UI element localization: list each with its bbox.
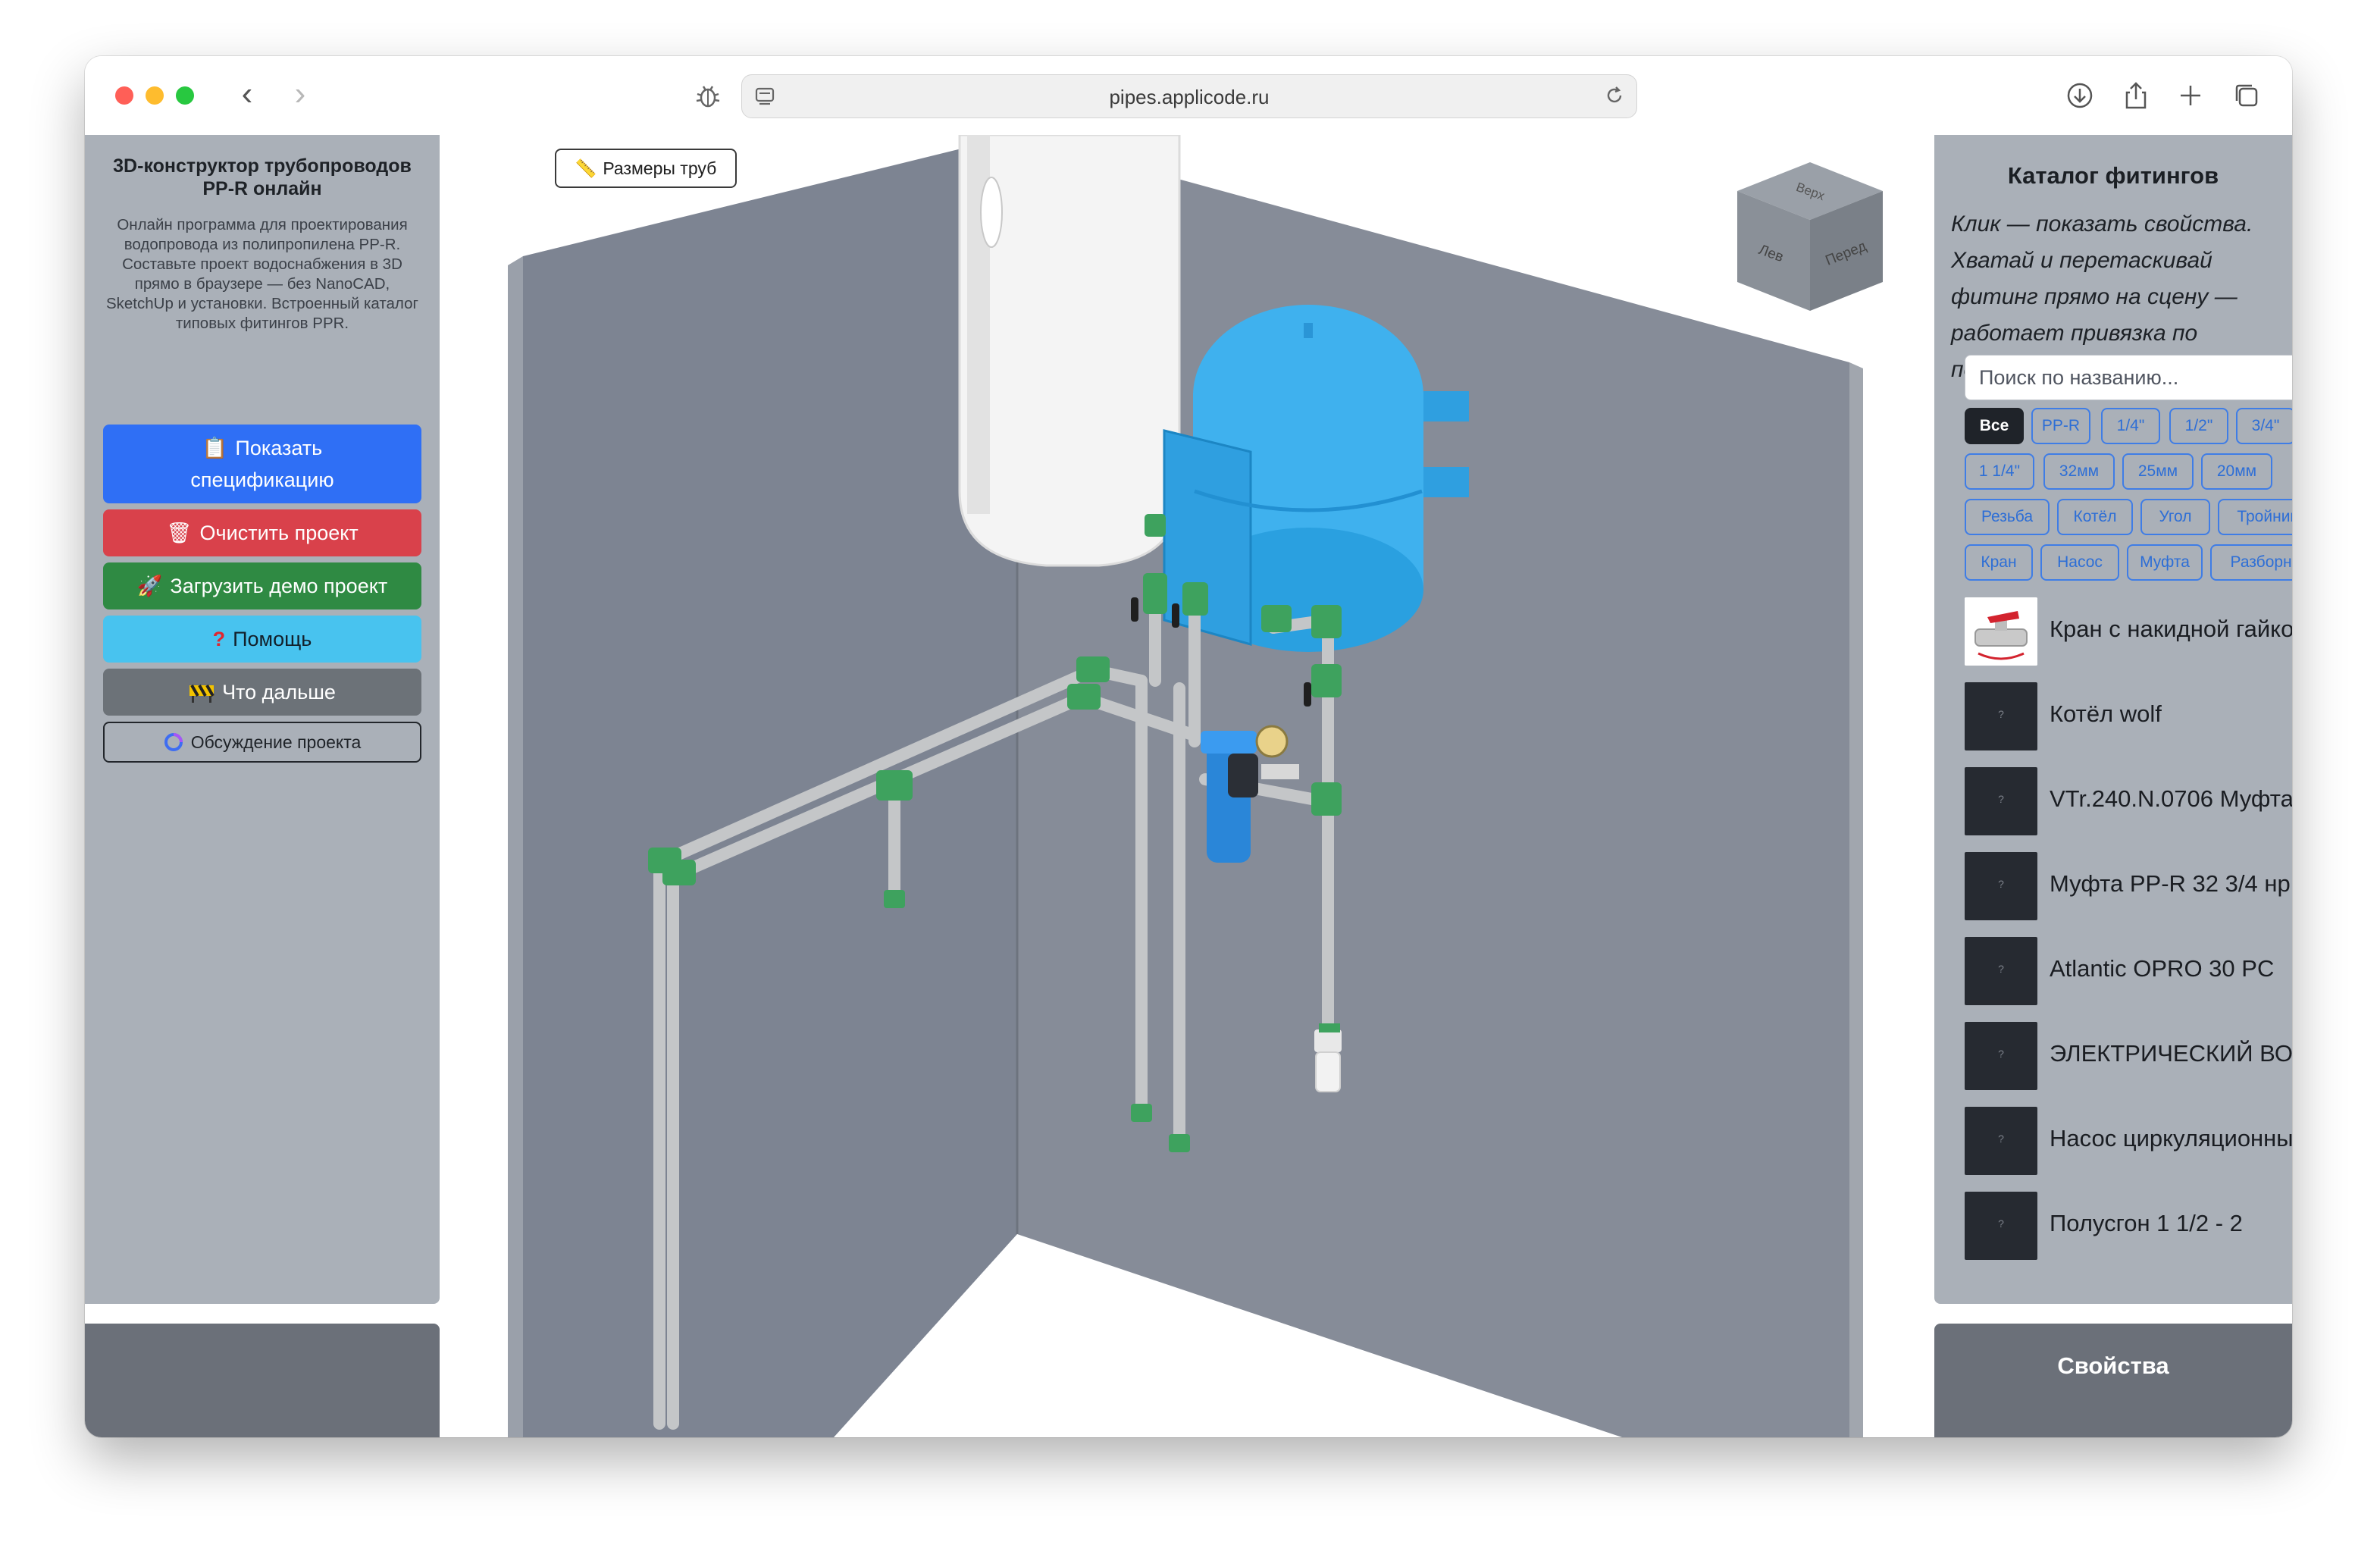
placeholder-thumbnail: ? (1965, 1107, 2037, 1175)
catalog-item[interactable]: ? Насос циркуляционный (1965, 1102, 2292, 1178)
filter-chip-coupling[interactable]: Муфта (2127, 544, 2203, 581)
filter-chip-1-2[interactable]: 1/2" (2169, 408, 2228, 444)
load-demo-label: Загрузить демо проект (170, 575, 388, 597)
catalog-item-name: Котёл wolf (2050, 700, 2162, 727)
left-bottom-panel (85, 1324, 440, 1437)
url-text: pipes.applicode.ru (1109, 86, 1270, 108)
properties-panel: Свойства (1934, 1324, 2292, 1437)
app-description: Онлайн программа для проектирования водо… (105, 216, 418, 332)
filter-chip-32mm[interactable]: 32мм (2043, 453, 2115, 490)
placeholder-thumbnail: ? (1965, 1022, 2037, 1090)
close-window-button[interactable] (115, 86, 133, 105)
pipe-scene[interactable] (440, 135, 1934, 1437)
fittings-catalog-panel: Каталог фитингов Клик — показать свойств… (1934, 135, 2292, 1304)
rocket-icon: 🚀 (136, 575, 163, 597)
app-title: 3D-конструктор трубопроводов PP-R онлайн (113, 155, 412, 199)
browser-window: ‹ › pipes.applicode.ru 3D-конструктор тр… (85, 56, 2292, 1437)
discuss-project-button[interactable]: Обсуждение проекта (103, 722, 421, 763)
placeholder-thumbnail: ? (1965, 1192, 2037, 1260)
catalog-item[interactable]: ? Atlantic OPRO 30 PC (1965, 932, 2292, 1008)
water-heater-model[interactable] (958, 135, 1181, 567)
show-spec-button[interactable]: 📋 Показать спецификацию (103, 425, 421, 503)
catalog-item-name: ЭЛЕКТРИЧЕСКИЙ ВОДОНАГРЕВАТЕЛЬ (2050, 1040, 2292, 1067)
clipboard-icon: 📋 (202, 437, 228, 459)
catalog-item[interactable]: Кран с накидной гайкой (1965, 593, 2292, 669)
filter-chip-all[interactable]: Все (1965, 408, 2024, 444)
catalog-item[interactable]: ? Котёл wolf (1965, 678, 2292, 754)
filter-chip-union[interactable]: Разборн. (2210, 544, 2292, 581)
left-wall (523, 135, 1017, 1437)
new-tab-icon[interactable] (2174, 79, 2207, 112)
catalog-list[interactable]: Кран с накидной гайкой ? Котёл wolf ? VT… (1965, 593, 2292, 1289)
filter-chip-valve[interactable]: Кран (1965, 544, 2033, 581)
whats-next-label: Что дальше (222, 681, 336, 703)
catalog-item-name: Полусгон 1 1/2 - 2 (2050, 1210, 2243, 1236)
view-cube[interactable]: Верх Лев Перед (1734, 156, 1886, 315)
pipe-sizes-label: Размеры труб (603, 158, 717, 178)
catalog-item-name: Atlantic OPRO 30 PC (2050, 955, 2275, 982)
catalog-search-input[interactable] (1965, 355, 2292, 400)
3d-viewport[interactable]: 📏 Размеры труб Верх Лев Перед (440, 135, 1934, 1437)
back-wall-edge (1849, 362, 1863, 1437)
placeholder-thumbnail: ? (1965, 682, 2037, 750)
left-sidebar: 3D-конструктор трубопроводов PP-R онлайн… (85, 135, 440, 1304)
left-wall-edge (508, 256, 523, 1437)
filter-chip-1-1-4[interactable]: 1 1/4" (1965, 453, 2034, 490)
filter-chip-ppr[interactable]: PP-R (2031, 408, 2090, 444)
catalog-item-name: Муфта PP-R 32 3/4 нр (2050, 870, 2291, 897)
zoom-window-button[interactable] (176, 86, 194, 105)
forward-icon[interactable]: › (282, 77, 318, 114)
valve-photo-thumbnail (1965, 597, 2037, 666)
catalog-item[interactable]: ? VTr.240.N.0706 Муфта переходная (1965, 763, 2292, 838)
browser-toolbar: ‹ › pipes.applicode.ru (85, 56, 2292, 136)
minimize-window-button[interactable] (146, 86, 164, 105)
reload-icon[interactable] (1603, 84, 1626, 107)
trash-icon: 🗑 (166, 522, 193, 544)
filter-chip-20mm[interactable]: 20мм (2201, 453, 2272, 490)
pipe-sizes-button[interactable]: 📏 Размеры труб (555, 149, 737, 188)
load-demo-button[interactable]: 🚀 Загрузить демо проект (103, 562, 421, 609)
ring-logo-icon (164, 733, 183, 751)
construction-barrier-icon (189, 685, 215, 703)
filter-chip-pump[interactable]: Насос (2040, 544, 2119, 581)
drain-fitting-model[interactable] (1314, 1023, 1342, 1092)
catalog-title: Каталог фитингов (2007, 162, 2219, 189)
clear-project-label: Очистить проект (199, 522, 359, 544)
question-mark-icon: ? (212, 628, 226, 650)
whats-next-button[interactable]: Что дальше (103, 669, 421, 716)
filter-chip-thread[interactable]: Резьба (1965, 499, 2050, 535)
address-bar[interactable]: pipes.applicode.ru (741, 74, 1637, 118)
properties-title: Свойства (2057, 1352, 2169, 1379)
catalog-item-name: VTr.240.N.0706 Муфта переходная (2050, 785, 2292, 812)
filter-chip-25mm[interactable]: 25мм (2122, 453, 2194, 490)
placeholder-thumbnail: ? (1965, 852, 2037, 920)
help-button[interactable]: ? Помощь (103, 616, 421, 663)
clear-project-button[interactable]: 🗑 Очистить проект (103, 509, 421, 556)
ruler-icon: 📏 (575, 158, 597, 178)
filter-chip-boiler[interactable]: Котёл (2057, 499, 2133, 535)
catalog-item[interactable]: ? Муфта PP-R 32 3/4 нр (1965, 848, 2292, 923)
download-icon[interactable] (2063, 79, 2097, 112)
filter-chip-elbow[interactable]: Угол (2140, 499, 2210, 535)
catalog-item-name: Насос циркуляционный (2050, 1125, 2292, 1152)
filter-chip-3-4[interactable]: 3/4" (2236, 408, 2292, 444)
placeholder-thumbnail: ? (1965, 937, 2037, 1005)
tab-overview-icon[interactable] (2230, 79, 2263, 112)
share-icon[interactable] (2119, 79, 2153, 112)
back-icon[interactable]: ‹ (229, 77, 265, 114)
catalog-item[interactable]: ? Полусгон 1 1/2 - 2 (1965, 1187, 2292, 1263)
filter-chip-tee[interactable]: Тройник (2218, 499, 2292, 535)
placeholder-thumbnail: ? (1965, 767, 2037, 835)
bug-icon[interactable] (691, 79, 725, 112)
filter-chip-1-4[interactable]: 1/4" (2101, 408, 2160, 444)
help-label: Помощь (233, 628, 312, 650)
discuss-project-label: Обсуждение проекта (190, 732, 362, 752)
catalog-item-name: Кран с накидной гайкой (2050, 616, 2292, 642)
catalog-item[interactable]: ? ЭЛЕКТРИЧЕСКИЙ ВОДОНАГРЕВАТЕЛЬ (1965, 1017, 2292, 1093)
